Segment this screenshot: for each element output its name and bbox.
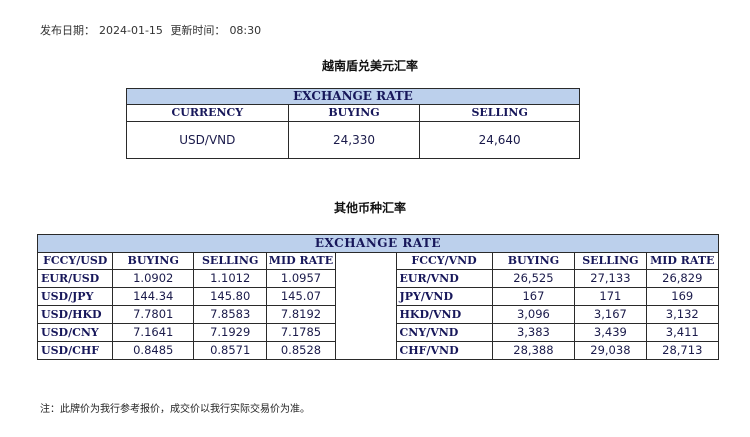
mid-rate-cell: 28,713 bbox=[645, 341, 720, 360]
selling-cell: 171 bbox=[574, 287, 647, 306]
selling-cell: 3,167 bbox=[574, 305, 647, 324]
column-header-selling: SELLING bbox=[574, 252, 647, 270]
disclaimer-note: 注：此牌价为我行参考报价，成交价以我行实际交易价为准。 bbox=[40, 404, 310, 415]
pair-cell: USD/JPY bbox=[36, 287, 114, 306]
buying-cell: 167 bbox=[491, 287, 576, 306]
table-title: EXCHANGE RATE bbox=[126, 88, 580, 105]
currency-cell: USD/VND bbox=[126, 121, 289, 159]
pair-cell: CHF/VND bbox=[395, 341, 493, 360]
buying-cell: 144.34 bbox=[112, 287, 195, 306]
column-gap bbox=[334, 305, 397, 324]
mid-rate-cell: 7.1785 bbox=[266, 323, 336, 342]
buying-cell: 26,525 bbox=[491, 269, 576, 288]
column-gap bbox=[334, 269, 397, 288]
column-header-buying: BUYING bbox=[112, 252, 195, 270]
column-header-buying: BUYING bbox=[491, 252, 576, 270]
table-row: USD/HKD 7.7801 7.8583 7.8192 HKD/VND 3,0… bbox=[36, 305, 720, 324]
buying-cell: 7.1641 bbox=[112, 323, 195, 342]
column-header-fccy-vnd: FCCY/VND bbox=[395, 252, 493, 270]
mid-rate-cell: 7.8192 bbox=[266, 305, 336, 324]
mid-rate-cell: 145.07 bbox=[266, 287, 336, 306]
publish-date: 2024-01-15 bbox=[99, 24, 163, 37]
publish-date-label: 发布日期： bbox=[40, 24, 95, 37]
column-header-buying: BUYING bbox=[287, 104, 421, 122]
mid-rate-cell: 3,132 bbox=[645, 305, 720, 324]
selling-cell: 29,038 bbox=[574, 341, 647, 360]
mid-rate-cell: 0.8528 bbox=[266, 341, 336, 360]
pair-cell: USD/CHF bbox=[36, 341, 114, 360]
pair-cell: CNY/VND bbox=[395, 323, 493, 342]
pair-cell: USD/HKD bbox=[36, 305, 114, 324]
table-row: USD/JPY 144.34 145.80 145.07 JPY/VND 167… bbox=[36, 287, 720, 306]
pair-cell: USD/CNY bbox=[36, 323, 114, 342]
pair-cell: EUR/USD bbox=[36, 269, 114, 288]
mid-rate-cell: 169 bbox=[645, 287, 720, 306]
column-gap bbox=[334, 341, 397, 360]
other-currencies-section-title: 其他币种汇率 bbox=[333, 201, 406, 215]
selling-cell: 1.1012 bbox=[193, 269, 268, 288]
column-header-currency: CURRENCY bbox=[126, 104, 289, 122]
column-gap bbox=[334, 323, 397, 342]
mid-rate-cell: 26,829 bbox=[645, 269, 720, 288]
update-time-label: 更新时间： bbox=[170, 24, 226, 37]
column-header-mid-rate: MID RATE bbox=[266, 252, 336, 270]
buying-cell: 0.8485 bbox=[112, 341, 195, 360]
buying-cell: 3,383 bbox=[491, 323, 576, 342]
update-time: 08:30 bbox=[229, 24, 262, 37]
usd-vnd-rate-table: EXCHANGE RATE CURRENCY BUYING SELLING US… bbox=[126, 88, 580, 159]
buying-cell: 24,330 bbox=[287, 121, 421, 159]
selling-cell: 145.80 bbox=[193, 287, 268, 306]
pair-cell: HKD/VND bbox=[395, 305, 493, 324]
buying-cell: 1.0902 bbox=[112, 269, 195, 288]
selling-cell: 0.8571 bbox=[193, 341, 268, 360]
table-title: EXCHANGE RATE bbox=[37, 234, 719, 253]
selling-cell: 3,439 bbox=[574, 323, 647, 342]
buying-cell: 3,096 bbox=[491, 305, 576, 324]
column-header-mid-rate: MID RATE bbox=[645, 252, 720, 270]
column-gap bbox=[334, 287, 397, 306]
buying-cell: 7.7801 bbox=[112, 305, 195, 324]
other-currencies-rate-table: EXCHANGE RATE FCCY/USD BUYING SELLING MI… bbox=[36, 234, 720, 360]
column-header-selling: SELLING bbox=[193, 252, 268, 270]
mid-rate-cell: 3,411 bbox=[645, 323, 720, 342]
table-row: USD/CNY 7.1641 7.1929 7.1785 CNY/VND 3,3… bbox=[36, 323, 720, 342]
column-header-selling: SELLING bbox=[419, 104, 580, 122]
pair-cell: JPY/VND bbox=[395, 287, 493, 306]
table-row: USD/CHF 0.8485 0.8571 0.8528 CHF/VND 28,… bbox=[36, 341, 720, 360]
selling-cell: 7.8583 bbox=[193, 305, 268, 324]
selling-cell: 27,133 bbox=[574, 269, 647, 288]
table-row: EUR/USD 1.0902 1.1012 1.0957 EUR/VND 26,… bbox=[36, 269, 720, 288]
table-row: USD/VND 24,330 24,640 bbox=[126, 121, 580, 159]
column-gap bbox=[334, 252, 397, 270]
column-header-fccy-usd: FCCY/USD bbox=[36, 252, 114, 270]
publish-info: 发布日期： 2024-01-15 更新时间： 08:30 bbox=[40, 22, 265, 38]
pair-cell: EUR/VND bbox=[395, 269, 493, 288]
selling-cell: 7.1929 bbox=[193, 323, 268, 342]
selling-cell: 24,640 bbox=[419, 121, 580, 159]
usd-vnd-section-title: 越南盾兑美元汇率 bbox=[321, 59, 418, 73]
buying-cell: 28,388 bbox=[491, 341, 576, 360]
mid-rate-cell: 1.0957 bbox=[266, 269, 336, 288]
